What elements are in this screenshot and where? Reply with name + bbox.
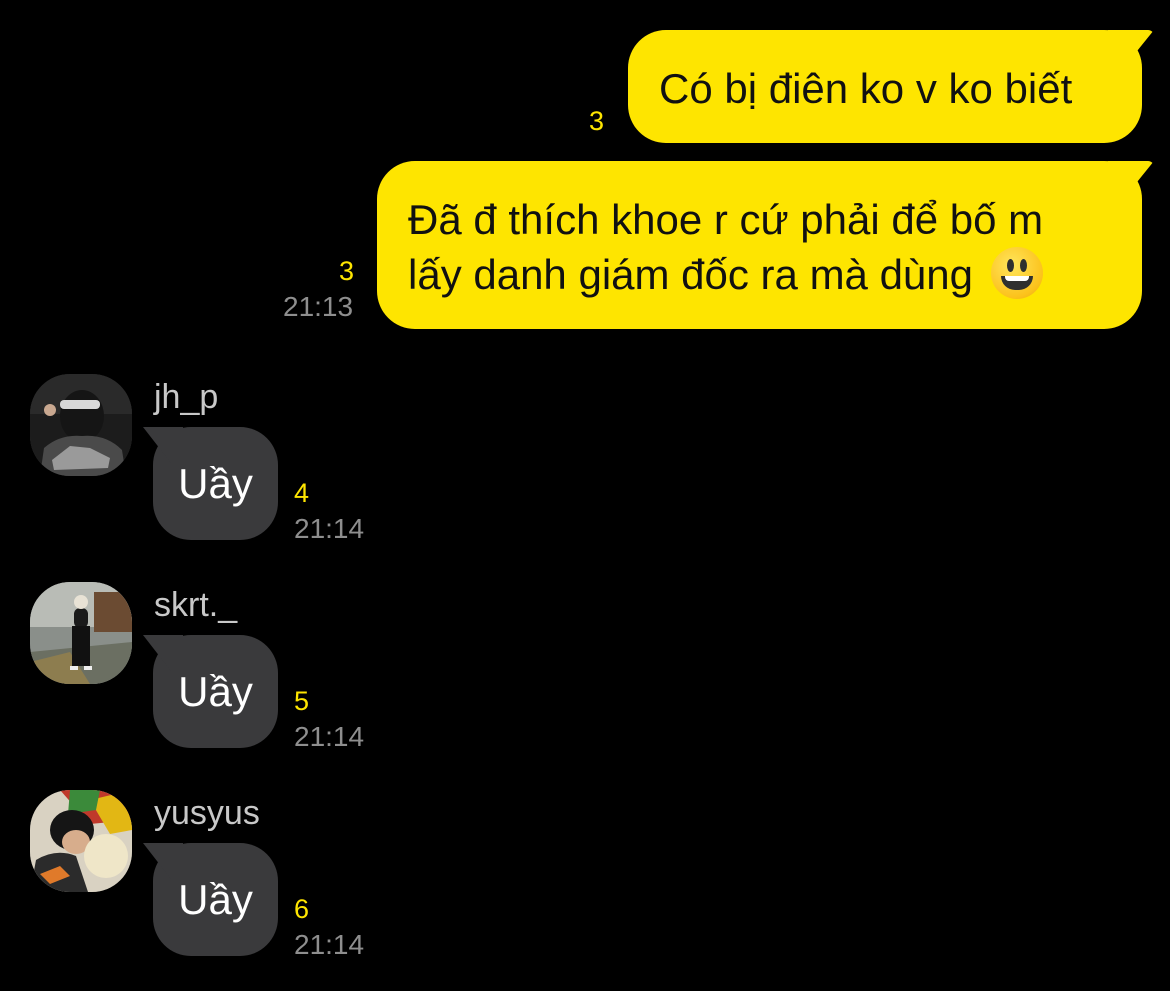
avatar[interactable] — [30, 374, 132, 476]
message-time: 21:14 — [294, 929, 365, 960]
bubble-tail — [1108, 30, 1154, 70]
message-text-line: Đã đ thích khoe r cứ phải để bố m — [408, 196, 1044, 243]
avatar[interactable] — [30, 790, 132, 892]
unread-count: 6 — [294, 894, 310, 924]
smiley-emoji-icon — [990, 247, 1043, 299]
outgoing-bubble[interactable]: Có bị điên ko v ko biết — [628, 30, 1154, 143]
incoming-bubble[interactable]: Uầy — [143, 843, 278, 956]
message-text: Uầy — [178, 668, 253, 715]
bubble-tail — [143, 635, 183, 671]
bubble-tail — [143, 843, 183, 879]
message-text: Có bị điên ko v ko biết — [659, 65, 1073, 112]
message-time: 21:13 — [283, 291, 354, 322]
message-time: 21:14 — [294, 721, 365, 752]
message-text: Uầy — [178, 876, 253, 923]
sender-name[interactable]: skrt._ — [154, 586, 237, 624]
bubble-tail — [143, 427, 183, 463]
message-text: Uầy — [178, 460, 253, 507]
incoming-bubble[interactable]: Uầy — [143, 635, 278, 748]
unread-count: 3 — [589, 106, 605, 136]
unread-count: 4 — [294, 478, 310, 508]
message-text-line: lấy danh giám đốc ra mà dùng — [408, 251, 974, 298]
avatar[interactable] — [30, 582, 132, 684]
sender-name[interactable]: yusyus — [154, 794, 260, 832]
bubble-tail — [1108, 161, 1154, 201]
unread-count: 5 — [294, 686, 310, 716]
sender-name[interactable]: jh_p — [154, 378, 218, 416]
outgoing-bubble[interactable]: Đã đ thích khoe r cứ phải để bố m lấy da… — [377, 161, 1154, 329]
unread-count: 3 — [339, 256, 355, 286]
message-time: 21:14 — [294, 513, 365, 544]
incoming-bubble[interactable]: Uầy — [143, 427, 278, 540]
